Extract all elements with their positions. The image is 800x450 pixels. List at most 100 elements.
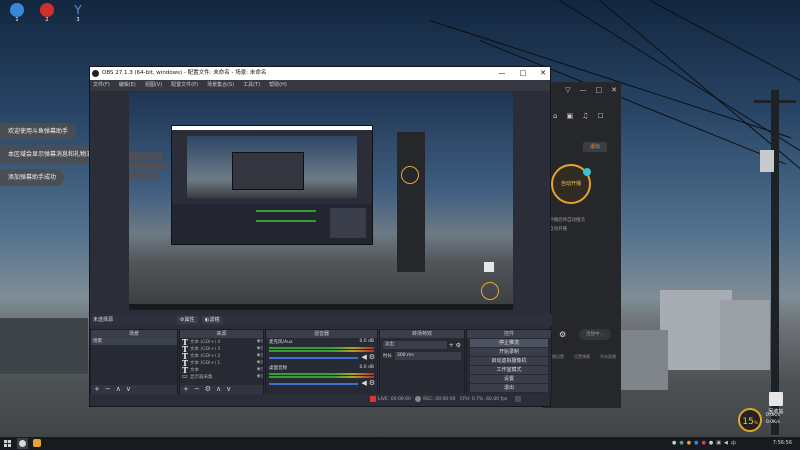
virtual-camera-button[interactable]: 启动虚拟摄像机	[470, 357, 548, 365]
footer-link[interactable]: 设置弹幕	[574, 354, 590, 360]
lock-icon[interactable]: ▯	[261, 346, 263, 351]
tray-icon[interactable]: ●	[702, 440, 706, 447]
gear-icon[interactable]: ⚙	[369, 379, 375, 387]
exit-button[interactable]: 退出	[470, 384, 548, 392]
properties-label: 属性	[184, 317, 195, 323]
channel-name: 桌面音频	[269, 366, 287, 371]
properties-button[interactable]: ⚙属性	[177, 316, 198, 324]
remove-icon[interactable]: −	[105, 385, 111, 394]
source-label: 文本 (GDI+) 1	[190, 360, 221, 366]
maximize-icon[interactable]: □	[596, 86, 603, 94]
helper-toolbar: ⌂ ▣ ♫ ☐	[553, 112, 604, 120]
logout-button[interactable]: 退出	[583, 142, 607, 152]
gear-icon[interactable]: ⚙	[205, 385, 211, 394]
input-method-indicator[interactable]: 中	[731, 440, 736, 447]
minimize-icon[interactable]: —	[499, 67, 506, 80]
maximize-icon[interactable]: □	[520, 67, 527, 80]
source-item[interactable]: T 文本 (GDI+) 1 ◉ ▯	[180, 358, 263, 368]
volume-slider[interactable]	[269, 357, 359, 359]
gear-icon[interactable]: ⚙	[369, 353, 375, 361]
nested-toast	[129, 172, 159, 179]
volume-icon[interactable]: ◀	[724, 440, 728, 447]
lock-icon[interactable]: ▯	[261, 353, 263, 358]
tray-icon[interactable]: ●	[709, 440, 713, 447]
studio-mode-button[interactable]: 工作室模式	[470, 366, 548, 374]
move-up-icon[interactable]: ∧	[216, 385, 221, 394]
move-down-icon[interactable]: ∨	[126, 385, 131, 394]
filters-label: 滤镜	[209, 317, 220, 323]
menu-profile[interactable]: 配置文件(P)	[171, 80, 198, 91]
hint-line: 开播后将自动推流	[549, 218, 585, 223]
menu-file[interactable]: 文件(F)	[93, 80, 110, 91]
close-icon[interactable]: ✕	[540, 67, 546, 80]
transition-select[interactable]: 淡出	[383, 341, 447, 349]
tray-icon[interactable]: ●	[687, 440, 691, 447]
menu-help[interactable]: 帮助(H)	[269, 80, 287, 91]
gear-icon[interactable]: ⚙	[456, 342, 461, 349]
menu-view[interactable]: 视图(V)	[145, 80, 162, 91]
helper-footer: 开播设置 设置弹幕 开启直播	[543, 354, 621, 360]
speaker-icon[interactable]: ◀	[361, 353, 366, 361]
controls-title: 控件	[467, 330, 551, 338]
footer-link[interactable]: 开启直播	[600, 354, 616, 360]
desktop-icon-2[interactable]: 2	[34, 3, 60, 23]
menu-icon[interactable]: ▽	[565, 86, 570, 94]
connect-field[interactable]: 连接中...	[579, 329, 611, 340]
settings-gear-icon[interactable]: ⚙	[559, 331, 567, 339]
obs-taskbar-icon[interactable]	[17, 438, 28, 449]
source-item[interactable]: T 文本 ◉ ▯	[180, 365, 263, 375]
lock-icon[interactable]: ▯	[261, 374, 263, 379]
menu-tools[interactable]: 工具(T)	[243, 80, 260, 91]
add-icon[interactable]: +	[449, 342, 454, 349]
start-recording-button[interactable]: 开始录制	[470, 348, 548, 356]
source-item[interactable]: T 文本 (GDI+) 4 ◉ ▯	[180, 337, 263, 347]
desktop-icon-3[interactable]: Y 3	[65, 3, 91, 23]
tray-icon[interactable]: ●	[694, 440, 698, 447]
duration-input[interactable]: 300 ms	[395, 352, 461, 360]
desktop-icon-1[interactable]: 1	[4, 3, 30, 23]
perf-unit: %	[753, 420, 758, 425]
channel-name: 麦克风/Aux	[269, 340, 293, 345]
filters-button[interactable]: ◐滤镜	[202, 316, 223, 324]
add-icon[interactable]: +	[94, 385, 100, 394]
scenes-dock: 场景 场景 + − ∧ ∨	[90, 329, 178, 395]
system-tray: ● ● ● ● ● ● ▣ ◀ 中	[672, 440, 736, 447]
lock-icon[interactable]: ▯	[261, 339, 263, 344]
scene-item[interactable]: 场景	[91, 338, 177, 345]
source-item[interactable]: T 文本 (GDI+) 2 ◉ ▯	[180, 351, 263, 361]
desktop: 1 2 Y 3 欢迎使用斗鱼弹幕助手 本区域会显示弹幕消息和礼物消息 添加弹幕助…	[0, 0, 800, 450]
start-button[interactable]	[4, 440, 11, 447]
window-title: OBS 27.1.3 (64-bit, windows) - 配置文件: 未命名…	[102, 70, 267, 76]
close-icon[interactable]: ✕	[611, 86, 617, 94]
obs-window: OBS 27.1.3 (64-bit, windows) - 配置文件: 未命名…	[89, 66, 552, 407]
stop-streaming-button[interactable]: 停止推流	[470, 339, 548, 347]
speaker-icon[interactable]: ◀	[361, 379, 366, 387]
add-icon[interactable]: +	[183, 385, 189, 394]
lock-icon[interactable]: ⌂	[553, 112, 557, 120]
source-item[interactable]: T 文本 (GDI+) 3 ◉ ▯	[180, 344, 263, 354]
tray-icon[interactable]: ●	[679, 440, 683, 447]
tray-icon[interactable]: ●	[672, 440, 676, 447]
lock-icon[interactable]: ▯	[261, 367, 263, 372]
recycle-bin-icon[interactable]	[769, 392, 783, 406]
lock-icon[interactable]: ▯	[261, 360, 263, 365]
menu-edit[interactable]: 编辑(E)	[119, 80, 136, 91]
volume-slider[interactable]	[269, 383, 359, 385]
source-item[interactable]: ▭ 显示器采集 ◉ ▯	[180, 373, 263, 380]
settings-button[interactable]: 设置	[470, 375, 548, 383]
network-icon[interactable]: ▣	[716, 440, 721, 447]
menu-scene-collection[interactable]: 场景集合(S)	[207, 80, 234, 91]
bell-icon[interactable]: ♫	[582, 112, 588, 120]
helper-taskbar-icon[interactable]	[32, 438, 43, 449]
preview-canvas[interactable]	[129, 92, 513, 310]
taskbar-clock[interactable]: 7:56:56	[773, 437, 792, 450]
gift-icon[interactable]: ▣	[566, 112, 573, 120]
shirt-icon[interactable]: ☐	[597, 112, 603, 120]
performance-widget[interactable]: 15%	[738, 408, 762, 432]
move-down-icon[interactable]: ∨	[226, 385, 231, 394]
minimize-icon[interactable]: —	[580, 86, 587, 94]
notification-toast: 添加弹幕助手成功	[0, 169, 65, 186]
rec-indicator-icon	[415, 395, 422, 402]
move-up-icon[interactable]: ∧	[116, 385, 121, 394]
remove-icon[interactable]: −	[194, 385, 200, 394]
